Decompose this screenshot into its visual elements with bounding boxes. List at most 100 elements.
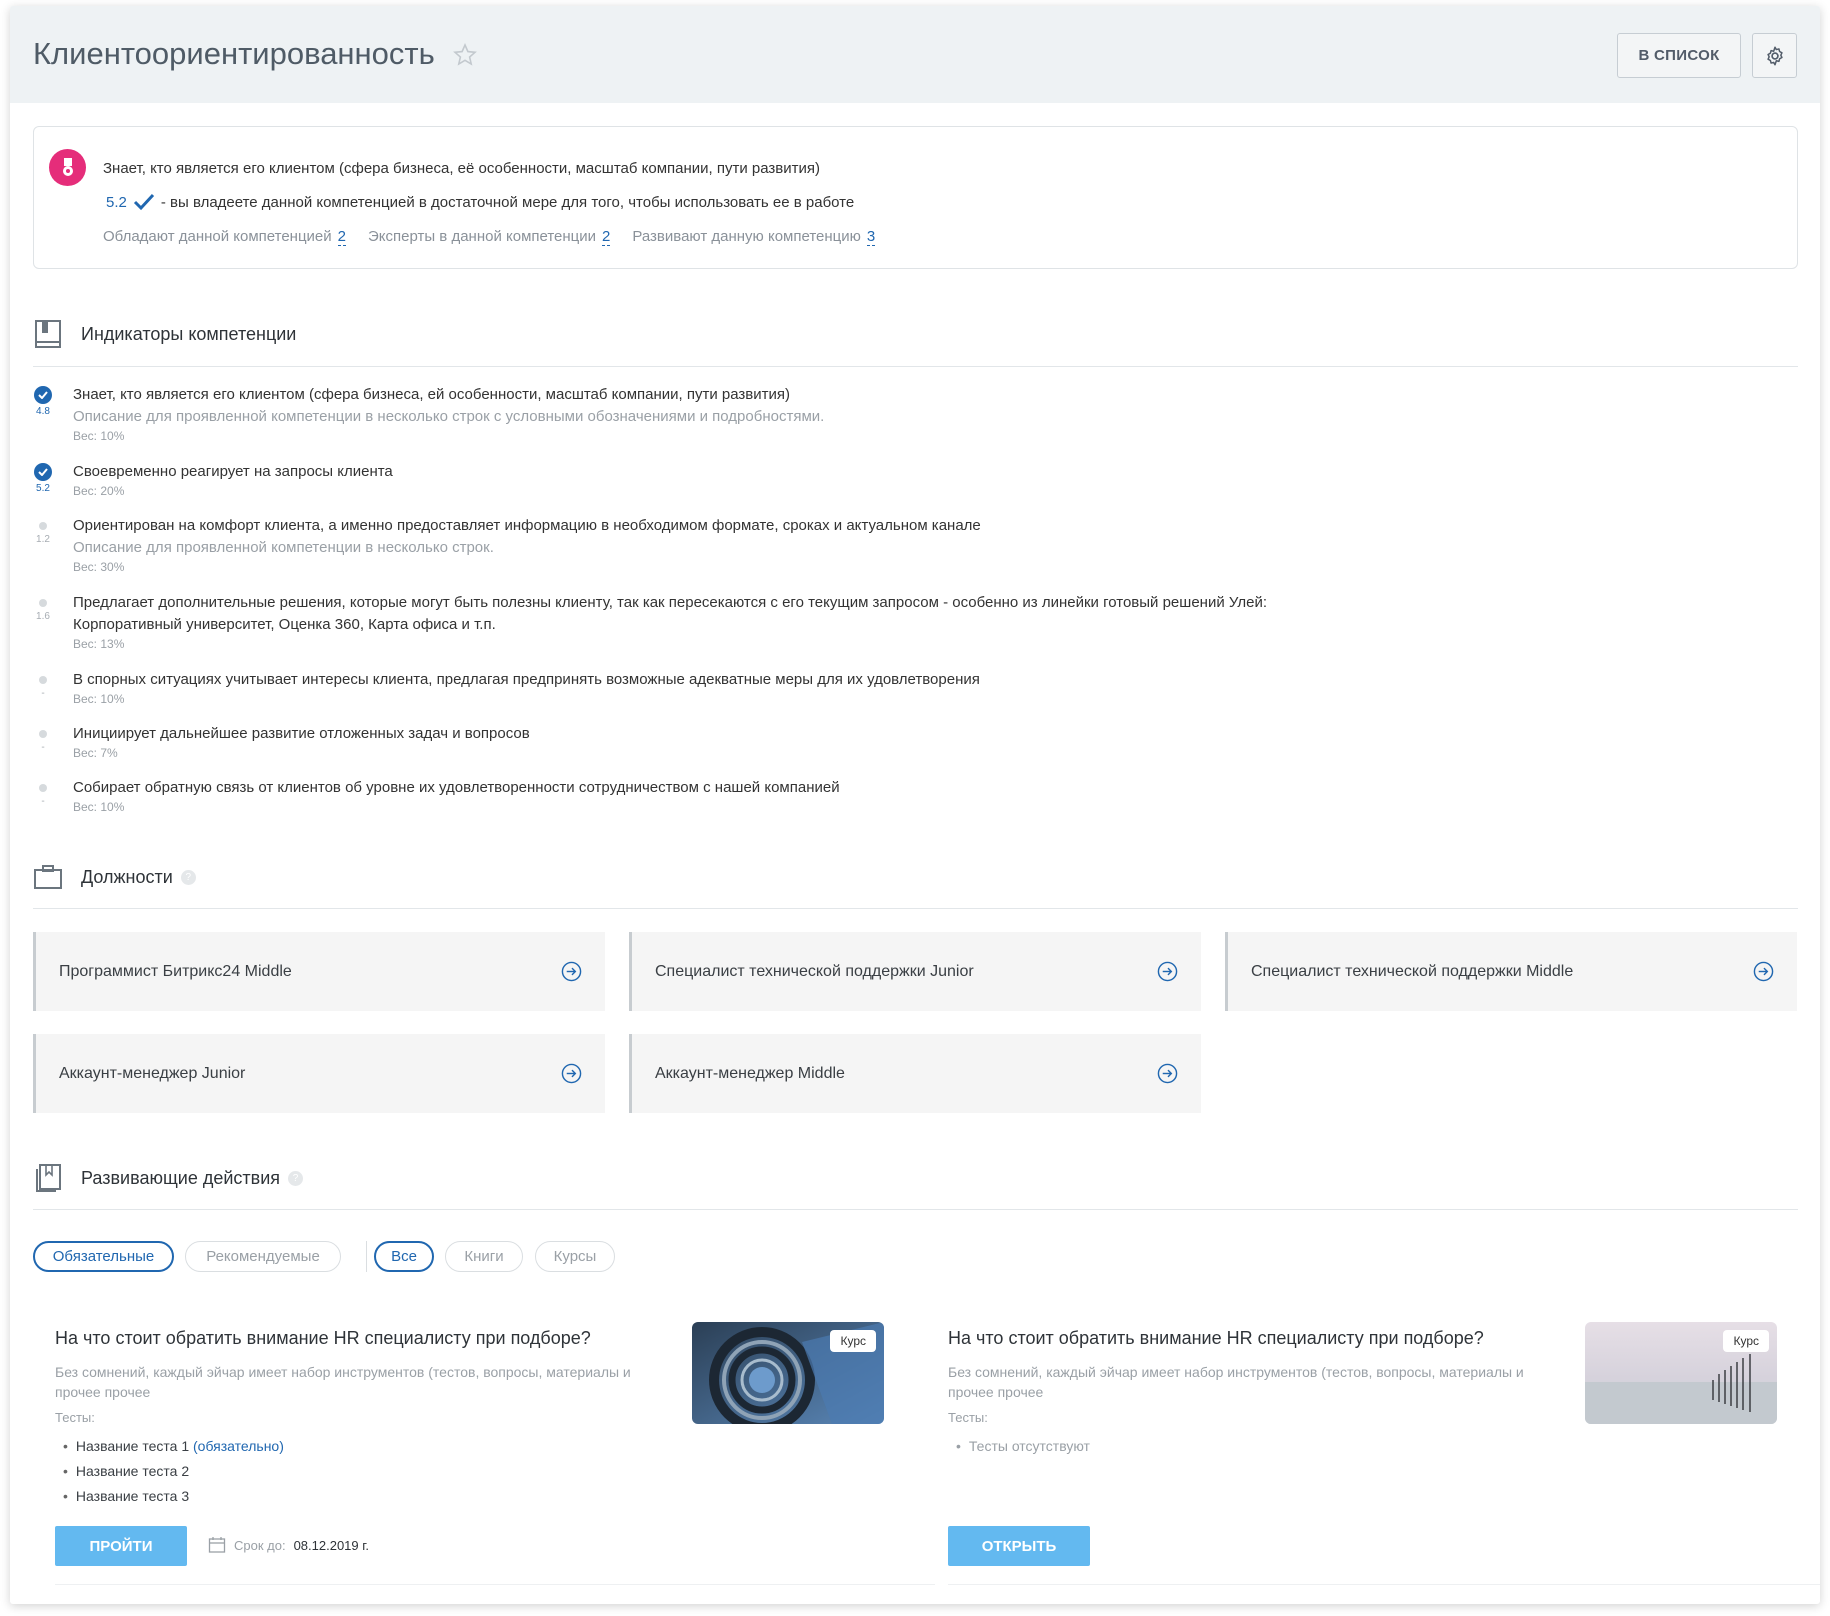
indicator-title: Собирает обратную связь от клиентов об у… (73, 779, 840, 796)
course-badge: Курс (830, 1330, 876, 1352)
action-card: На что стоит обратить внимание HR специа… (55, 1306, 935, 1585)
position-label: Программист Битрикс24 Middle (59, 962, 292, 980)
action-card: На что стоит обратить внимание HR специа… (948, 1306, 1820, 1585)
test-item: • Тесты отсутствуют (956, 1438, 1090, 1454)
check-circle-icon (34, 463, 52, 481)
indicator-weight: Вес: 13% (73, 637, 125, 651)
actions-title: Развивающие действия (81, 1167, 281, 1188)
dot-icon (39, 676, 47, 684)
stat-value-link[interactable]: 3 (866, 228, 876, 246)
position-label: Аккаунт-менеджер Junior (59, 1064, 246, 1082)
indicator-description: Описание для проявленной компетенции в н… (73, 408, 825, 425)
required-note: (обязательно) (193, 1438, 284, 1454)
arrow-right-circle-icon (561, 1063, 582, 1084)
position-card[interactable]: Специалист технической поддержки Middle (1225, 932, 1797, 1011)
to-list-button[interactable]: В СПИСОК (1617, 33, 1741, 78)
tests-label: Тесты: (948, 1410, 988, 1425)
help-icon[interactable]: ? (180, 869, 196, 885)
arrow-right-circle-icon (561, 961, 582, 982)
indicator-score: 4.8 (36, 406, 50, 417)
indicator-weight: Вес: 10% (73, 429, 125, 443)
indicator-status: 1.6 (33, 594, 53, 622)
page-title: Клиентоориентированность (33, 36, 435, 71)
test-name[interactable]: Название теста 3 (76, 1488, 189, 1504)
position-card[interactable]: Аккаунт-менеджер Junior (33, 1034, 605, 1113)
action-title[interactable]: На что стоит обратить внимание HR специа… (948, 1328, 1484, 1349)
filter-books[interactable]: Книги (445, 1241, 523, 1272)
tests-list: • Название теста 1 (обязательно) • Названи… (63, 1434, 284, 1509)
positions-header: Должности ? (33, 862, 196, 892)
arrow-right-circle-icon (1157, 1063, 1178, 1084)
no-tests-text: Тесты отсутствуют (968, 1438, 1090, 1454)
competency-panel: Клиентоориентированность В СПИСОК Знает,… (10, 6, 1820, 1604)
filter-separator (366, 1241, 367, 1272)
course-thumbnail[interactable]: Курс (692, 1322, 884, 1424)
action-description: Без сомнений, каждый эйчар имеет набор и… (55, 1364, 631, 1400)
indicator-title-continued: Корпоративный университет, Оценка 360, К… (73, 616, 496, 633)
course-badge: Курс (1723, 1330, 1769, 1352)
indicator-weight: Вес: 10% (73, 692, 125, 706)
briefcase-icon (33, 862, 63, 892)
calendar-icon (208, 1537, 226, 1553)
deadline: Срок до: 08.12.2019 г. (208, 1536, 369, 1554)
deadline-value: 08.12.2019 г. (293, 1537, 370, 1553)
indicator-score: 1.6 (36, 611, 50, 622)
bookmark-pages-icon (33, 1163, 63, 1193)
stat-value-link[interactable]: 2 (602, 228, 611, 246)
indicator-weight: Вес: 7% (73, 746, 118, 760)
positions-title: Должности (81, 866, 173, 887)
dot-icon (39, 784, 47, 792)
indicator-title: В спорных ситуациях учитывает интересы к… (73, 671, 980, 688)
settings-button[interactable] (1752, 33, 1797, 78)
position-label: Аккаунт-менеджер Middle (655, 1064, 845, 1082)
indicator-description: Описание для проявленной компетенции в н… (73, 539, 494, 556)
stat-label: Развивают данную компетенцию (632, 228, 861, 245)
indicator-weight: Вес: 20% (73, 484, 125, 498)
dot-icon (39, 599, 47, 607)
filter-recommended[interactable]: Рекомендуемые (185, 1241, 341, 1272)
open-button[interactable]: ОТКРЫТЬ (948, 1526, 1090, 1566)
position-card[interactable]: Аккаунт-менеджер Middle (629, 1034, 1201, 1113)
tests-label: Тесты: (55, 1410, 95, 1425)
indicator-weight: Вес: 30% (73, 560, 125, 574)
indicator-title: Своевременно реагирует на запросы клиент… (73, 463, 393, 480)
test-name[interactable]: Название теста 1 (76, 1438, 189, 1454)
position-card[interactable]: Программист Битрикс24 Middle (33, 932, 605, 1011)
indicator-score: - (41, 688, 45, 699)
position-label: Специалист технической поддержки Middle (1251, 962, 1574, 980)
filter-courses[interactable]: Курсы (535, 1241, 615, 1272)
stat-value-link[interactable]: 2 (337, 228, 346, 246)
test-item: • Название теста 1 (обязательно) (63, 1438, 284, 1454)
summary-description: Знает, кто является его клиентом (сфера … (103, 160, 820, 177)
take-button[interactable]: ПРОЙТИ (55, 1526, 187, 1566)
stat-have: Обладают данной компетенцией 2 (103, 228, 346, 246)
indicators-header: Индикаторы компетенции (33, 319, 296, 349)
test-item: • Название теста 2 (63, 1463, 190, 1479)
indicators-title: Индикаторы компетенции (81, 323, 297, 344)
gear-icon (1766, 46, 1783, 65)
action-title[interactable]: На что стоит обратить внимание HR специа… (55, 1328, 591, 1349)
indicator-score: 1.2 (36, 534, 50, 545)
indicator-status: 1.2 (33, 517, 53, 545)
summary-stats: Обладают данной компетенцией 2 Эксперты в… (103, 228, 897, 246)
help-icon[interactable]: ? (288, 1170, 304, 1186)
indicator-title: Предлагает дополнительные решения, котор… (73, 594, 1268, 611)
indicator-status: 5.2 (33, 463, 53, 494)
dot-icon (39, 522, 47, 530)
filter-all[interactable]: Все (374, 1241, 434, 1272)
summary-score: 5.2 (106, 193, 127, 211)
filter-mandatory[interactable]: Обязательные (33, 1241, 174, 1272)
indicator-status: - (33, 671, 53, 699)
summary-level: 5.2 - вы владеете данной компетенцией в … (106, 193, 854, 211)
course-thumbnail[interactable]: Курс (1585, 1322, 1777, 1424)
test-name[interactable]: Название теста 2 (76, 1463, 189, 1479)
book-icon (33, 319, 63, 349)
indicator-weight: Вес: 10% (73, 800, 125, 814)
star-icon[interactable] (453, 43, 477, 67)
position-card[interactable]: Специалист технической поддержки Junior (629, 932, 1201, 1011)
action-description: Без сомнений, каждый эйчар имеет набор и… (948, 1364, 1524, 1400)
page-header: Клиентоориентированность В СПИСОК (10, 6, 1820, 103)
divider (33, 1209, 1798, 1210)
arrow-right-circle-icon (1157, 961, 1178, 982)
indicator-score: 5.2 (36, 483, 50, 494)
